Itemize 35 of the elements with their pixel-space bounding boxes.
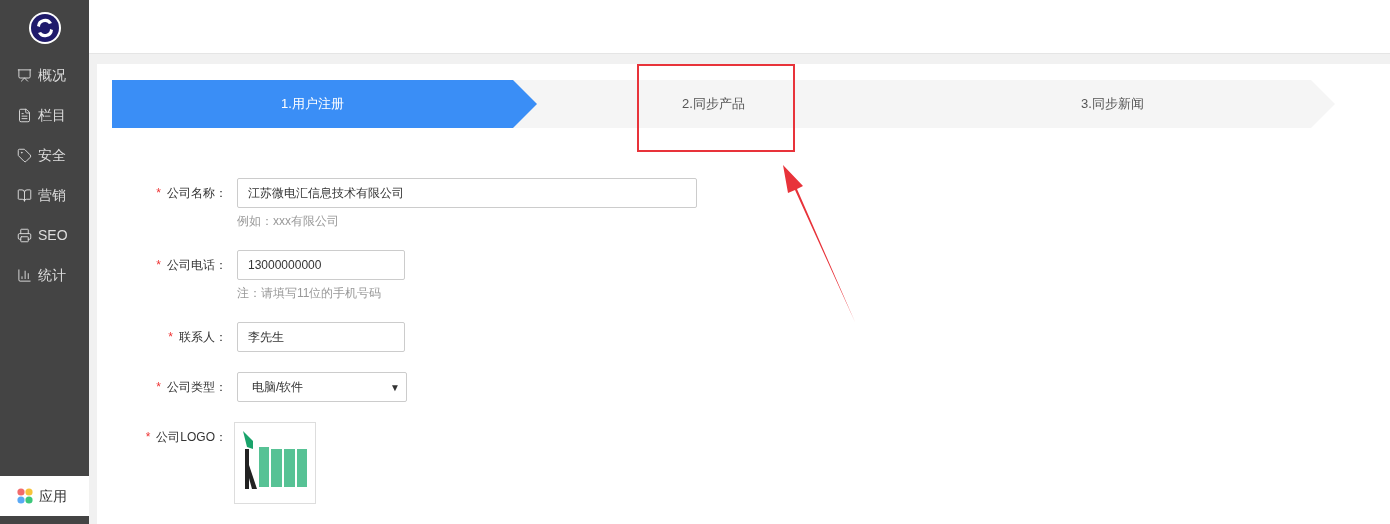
document-icon (17, 107, 32, 123)
text-field[interactable]: 13000000000 (237, 250, 405, 280)
bar-chart-icon (17, 267, 32, 283)
field-label: 联系人： (179, 329, 227, 346)
printer-icon (17, 227, 32, 243)
sidebar-item[interactable]: 栏目 (0, 95, 89, 135)
select-field[interactable]: 电脑/软件 ▼ (237, 372, 407, 402)
required-mark: * (145, 429, 151, 446)
field-label: 公司电话： (167, 257, 227, 274)
tag-icon (17, 147, 32, 163)
book-icon (17, 187, 32, 203)
sidebar-item[interactable]: 应用 (0, 476, 89, 516)
required-mark: * (168, 329, 173, 346)
sidebar-item[interactable]: 安全 (0, 135, 89, 175)
sidebar-item[interactable]: 营销 (0, 175, 89, 215)
required-mark: * (156, 257, 161, 274)
field-hint: 例如：xxx有限公司 (237, 213, 340, 230)
required-mark: * (156, 185, 161, 202)
text-field[interactable]: 李先生 (237, 322, 405, 352)
text-field[interactable]: 江苏微电汇信息技术有限公司 (237, 178, 697, 208)
dropdown-arrow-icon: ▼ (390, 379, 400, 395)
logo-icon (27, 10, 62, 45)
field-hint: 注：请填写11位的手机号码 (237, 285, 383, 302)
step-tab[interactable]: 2.同步产品 (537, 80, 890, 128)
presentation-icon (17, 67, 32, 83)
sidebar-item[interactable]: 概况 (0, 55, 89, 95)
required-mark: * (156, 379, 161, 396)
apps-icon (17, 488, 33, 504)
field-label: 公司名称： (167, 185, 227, 202)
logo-image-frame[interactable] (234, 422, 316, 504)
step-tab[interactable]: 3.同步新闻 (890, 80, 1335, 128)
sidebar-item[interactable]: SEO (0, 215, 89, 255)
sidebar-item[interactable]: 统计 (0, 255, 89, 295)
field-label: 公司LOGO： (156, 429, 227, 446)
field-label: 公司类型： (167, 379, 227, 396)
